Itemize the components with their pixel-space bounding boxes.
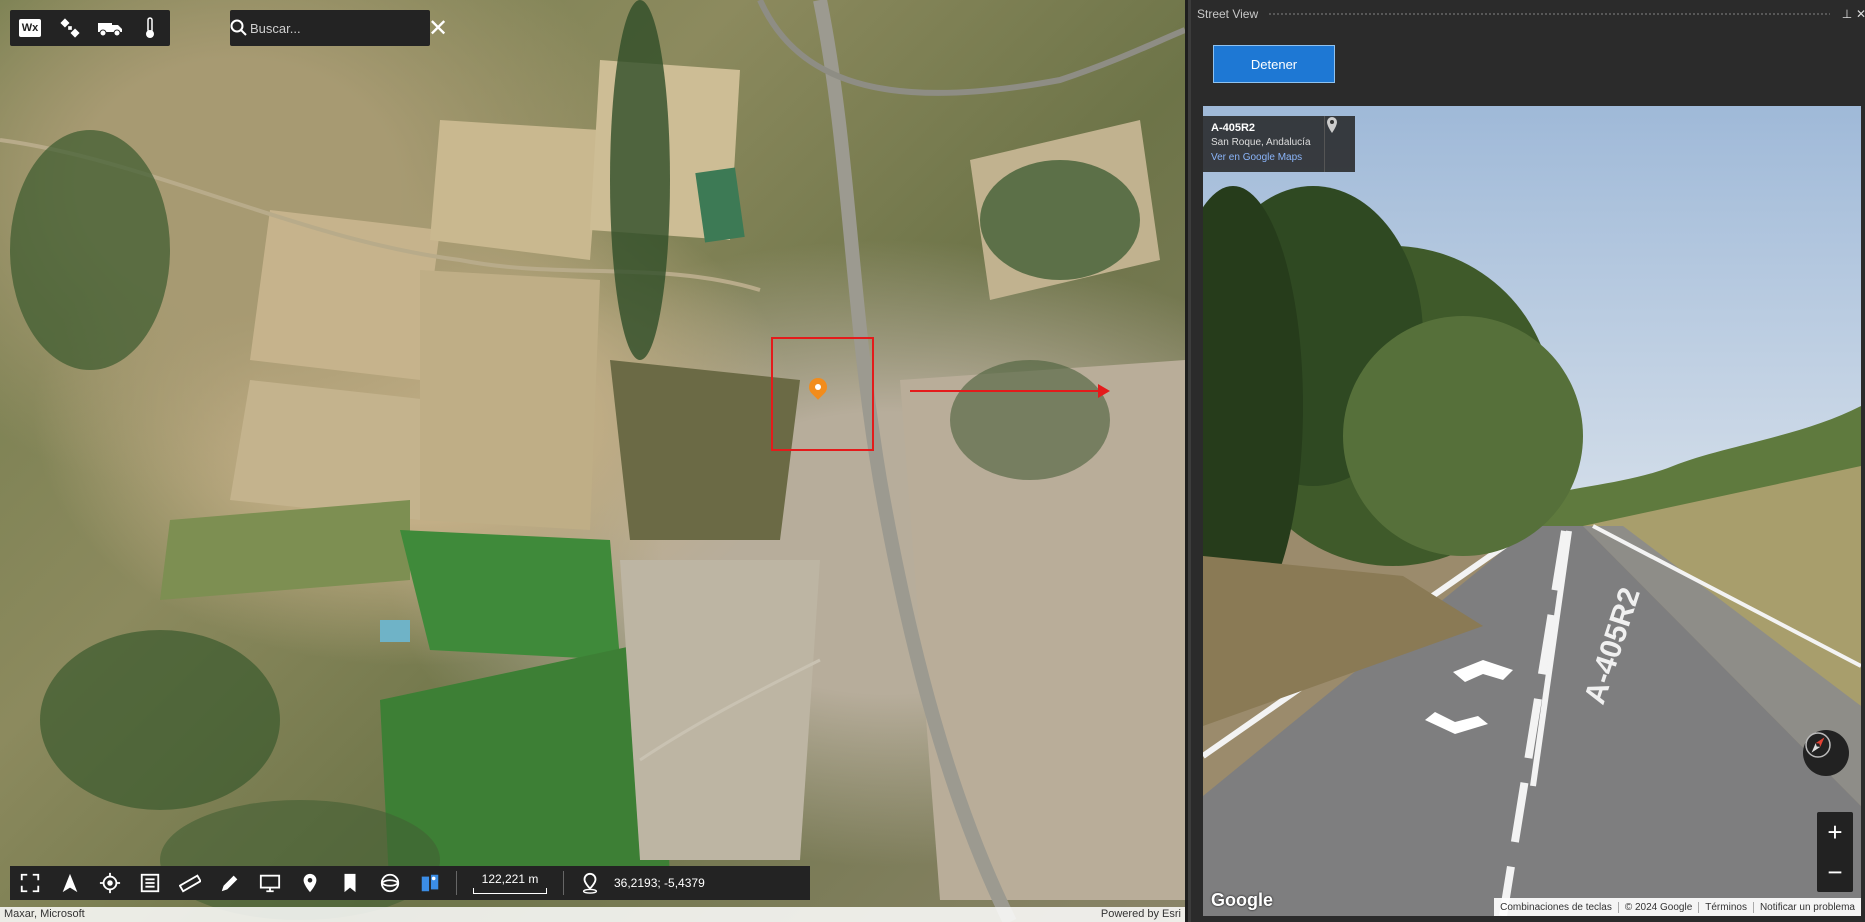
map-bottom-toolbar: 122,221 m 36,2193; -5,4379 <box>10 866 810 900</box>
weather-button[interactable]: Wx <box>10 10 50 46</box>
north-arrow-button[interactable] <box>50 866 90 900</box>
zoom-in-button[interactable]: + <box>1817 812 1853 852</box>
temperature-button[interactable] <box>130 10 170 46</box>
satellite-imagery <box>0 0 1185 922</box>
list-icon <box>140 873 160 893</box>
street-view-image: A-405R2 <box>1203 106 1861 916</box>
fullscreen-button[interactable] <box>10 866 50 900</box>
measure-button[interactable] <box>170 866 210 900</box>
thermometer-icon <box>146 17 154 38</box>
pencil-icon <box>221 875 238 892</box>
compass-icon[interactable] <box>1803 730 1849 776</box>
screen-icon <box>259 874 281 893</box>
wx-weather-icon: Wx <box>18 19 42 37</box>
toolbar-separator <box>563 871 564 895</box>
place-pin-icon <box>303 873 317 893</box>
location-pin-icon <box>582 872 598 894</box>
ruler-icon <box>179 874 201 893</box>
street-view-icon <box>421 874 439 892</box>
satellite-map[interactable]: Wx ✕ <box>0 0 1185 922</box>
annotation-arrow-head <box>1098 384 1110 398</box>
location-name: San Roque, Andalucía <box>1211 137 1311 148</box>
toolbar-separator <box>456 871 457 895</box>
draw-button[interactable] <box>210 866 250 900</box>
north-arrow-icon <box>62 873 78 893</box>
close-icon[interactable]: ✕ <box>428 10 448 46</box>
fullscreen-icon <box>20 873 40 893</box>
bookmark-button[interactable] <box>330 866 370 900</box>
scale-bar-line <box>473 888 547 894</box>
panel-title: Street View <box>1197 7 1259 21</box>
screen-button[interactable] <box>250 866 290 900</box>
place-button[interactable] <box>290 866 330 900</box>
attribution-sources: Maxar, Microsoft <box>4 908 85 920</box>
scale-label: 122,221 m <box>481 872 539 886</box>
locate-button[interactable] <box>90 866 130 900</box>
road-name: A-405R2 <box>1211 122 1256 134</box>
map-top-toolbar: Wx <box>10 10 170 46</box>
close-panel-icon[interactable]: ✕ <box>1854 7 1865 21</box>
globe-button[interactable] <box>370 866 410 900</box>
terms-link[interactable]: Términos <box>1699 901 1754 913</box>
panel-header: Street View ⊥ ✕ <box>1191 0 1865 28</box>
zoom-control: + − <box>1817 812 1853 892</box>
satellite-icon <box>60 18 80 38</box>
scale-bar: 122,221 m <box>473 872 547 894</box>
street-view-footer: Combinaciones de teclas © 2024 Google Té… <box>1494 898 1861 916</box>
pin-panel-icon[interactable]: ⊥ <box>1840 7 1854 21</box>
street-view-button[interactable] <box>410 866 450 900</box>
map-search-box: ✕ <box>230 10 448 46</box>
coordinates-button[interactable] <box>570 866 610 900</box>
attribution-powered-by[interactable]: Powered by Esri <box>1101 908 1181 920</box>
coordinates-readout: 36,2193; -5,4379 <box>614 876 705 890</box>
search-input[interactable] <box>248 19 428 37</box>
street-view-viewer[interactable]: A-405R2 A-405R2 San Roque, Andalucía Ver… <box>1203 106 1861 916</box>
map-pin-icon[interactable] <box>1324 116 1355 172</box>
locate-icon <box>99 872 121 894</box>
bookmark-icon <box>344 873 356 893</box>
map-attribution: Maxar, Microsoft Powered by Esri <box>0 907 1185 922</box>
truck-icon <box>98 23 122 37</box>
keyboard-shortcuts-link[interactable]: Combinaciones de teclas <box>1494 901 1619 913</box>
view-in-google-maps-link[interactable]: Ver en Google Maps <box>1211 152 1302 163</box>
satellite-button[interactable] <box>50 10 90 46</box>
stop-button[interactable]: Detener <box>1213 45 1335 83</box>
layers-list-button[interactable] <box>130 866 170 900</box>
globe-icon <box>380 873 400 893</box>
copyright-text: © 2024 Google <box>1619 901 1700 913</box>
annotation-arrow <box>910 390 1100 392</box>
zoom-out-button[interactable]: − <box>1817 852 1853 892</box>
report-problem-link[interactable]: Notificar un problema <box>1754 902 1861 913</box>
search-icon <box>230 10 248 46</box>
panel-drag-handle[interactable] <box>1268 12 1830 16</box>
street-view-panel: Street View ⊥ ✕ Detener A-405R2 A-405R2 … <box>1188 0 1865 922</box>
google-logo: Google <box>1211 890 1273 910</box>
location-info-card: A-405R2 San Roque, Andalucía Ver en Goog… <box>1203 116 1355 172</box>
vehicle-button[interactable] <box>90 10 130 46</box>
